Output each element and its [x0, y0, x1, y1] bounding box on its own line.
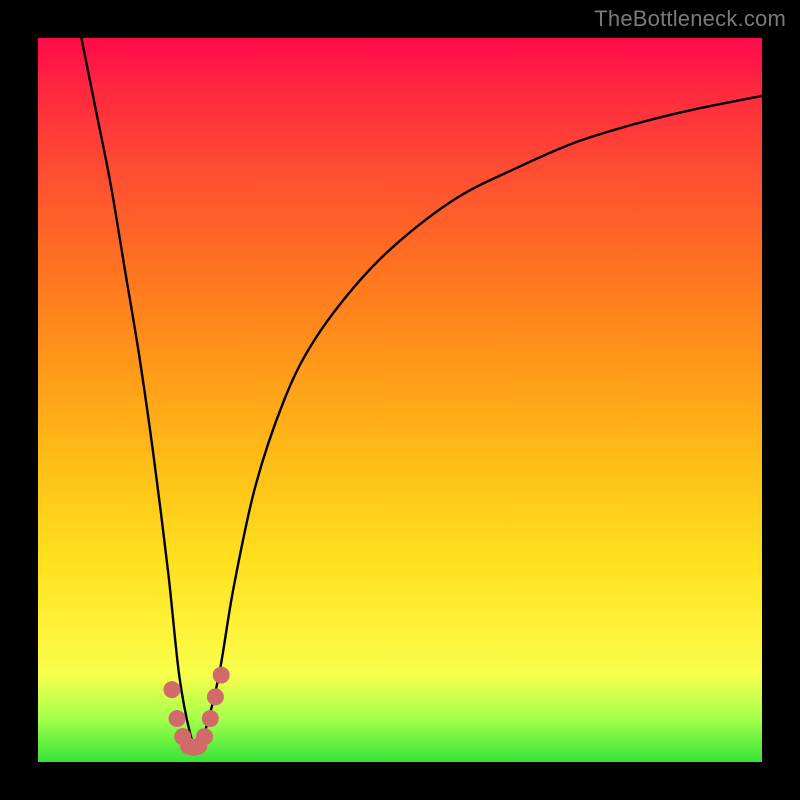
valley-dot	[202, 710, 219, 727]
valley-marker	[163, 667, 229, 756]
valley-dot	[213, 667, 230, 684]
chart-svg	[38, 38, 762, 762]
valley-dot	[207, 688, 224, 705]
watermark-text: TheBottleneck.com	[594, 6, 786, 32]
outer-frame: TheBottleneck.com	[0, 0, 800, 800]
valley-dot	[196, 728, 213, 745]
valley-dot	[169, 710, 186, 727]
valley-dot	[163, 681, 180, 698]
plot-area	[38, 38, 762, 762]
bottleneck-curve	[81, 38, 762, 748]
